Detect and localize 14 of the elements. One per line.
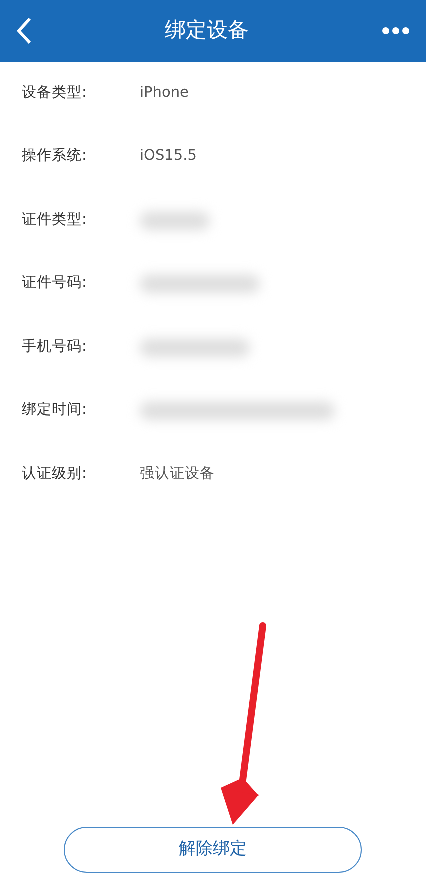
page-title: 绑定设备 [165,17,249,44]
field-value: 强认证设备 [140,464,215,484]
field-label: 手机号码: [22,338,88,357]
field-label: 设备类型: [22,84,88,103]
field-label: 绑定时间: [22,400,88,420]
field-value: iPhone [140,84,189,103]
back-icon[interactable] [16,17,32,45]
more-icon[interactable] [382,27,410,35]
unbind-button[interactable]: 解除绑定 [64,827,362,873]
field-label: 证件号码: [22,274,88,294]
field-value: iOS15.5 [140,147,197,166]
field-label: 证件类型: [22,210,88,230]
field-label: 操作系统: [22,147,88,166]
field-label: 认证级别: [22,464,88,484]
